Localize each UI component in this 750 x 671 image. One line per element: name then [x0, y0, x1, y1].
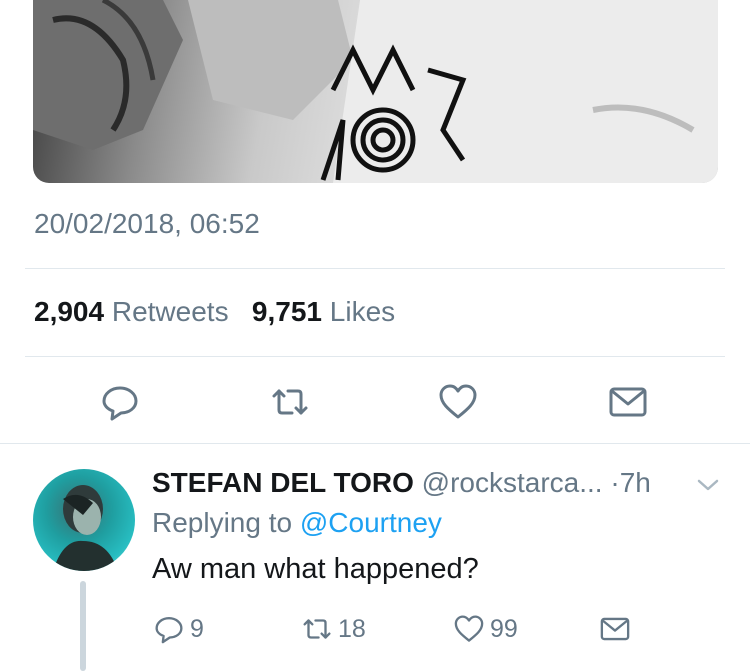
divider [0, 443, 750, 444]
thread-line [80, 581, 86, 671]
likes-count[interactable]: 9,751 [252, 296, 322, 327]
retweets-label[interactable]: Retweets [112, 296, 229, 327]
likes-label[interactable]: Likes [330, 296, 395, 327]
more-options-button[interactable] [695, 475, 721, 495]
divider [25, 268, 725, 269]
reply-share-button[interactable] [598, 611, 632, 647]
reply-like-button[interactable]: 99 [452, 611, 518, 647]
reply-time: 7h [619, 467, 651, 498]
avatar[interactable] [33, 469, 135, 571]
retweet-icon [303, 619, 331, 639]
tweet-timestamp: 20/02/2018, 06:52 [34, 208, 260, 239]
mention-link[interactable]: @Courtney [300, 507, 442, 538]
chevron-down-icon [697, 479, 719, 491]
retweets-count[interactable]: 2,904 [34, 296, 104, 327]
divider [25, 356, 725, 357]
replying-prefix: Replying to [152, 507, 293, 538]
reply-count: 9 [190, 614, 204, 643]
share-icon [609, 387, 647, 417]
replying-to: Replying to @Courtney [152, 507, 442, 539]
like-icon [454, 615, 484, 642]
handle[interactable]: @rockstarca... [422, 467, 603, 498]
display-name[interactable]: STEFAN DEL TORO [152, 467, 414, 498]
tweet-stats: 2,904 Retweets 9,751 Likes [34, 296, 395, 328]
reply-icon [155, 617, 183, 644]
like-icon [439, 384, 477, 419]
share-button[interactable] [606, 380, 650, 424]
tweet-photo[interactable] [33, 0, 718, 183]
reply-reply-button[interactable]: 9 [152, 611, 204, 647]
reply-header: STEFAN DEL TORO @rockstarca... ·7h [152, 467, 651, 499]
retweet-button[interactable] [268, 380, 312, 424]
separator: · [610, 467, 620, 498]
reply-icon [102, 386, 138, 421]
like-button[interactable] [436, 380, 480, 424]
reply-text: Aw man what happened? [152, 553, 479, 585]
reply-button[interactable] [98, 380, 142, 424]
share-icon [600, 617, 630, 641]
retweet-icon [272, 389, 308, 415]
like-count: 99 [490, 614, 518, 643]
reply-retweet-button[interactable]: 18 [300, 611, 366, 647]
retweet-count: 18 [338, 614, 366, 643]
